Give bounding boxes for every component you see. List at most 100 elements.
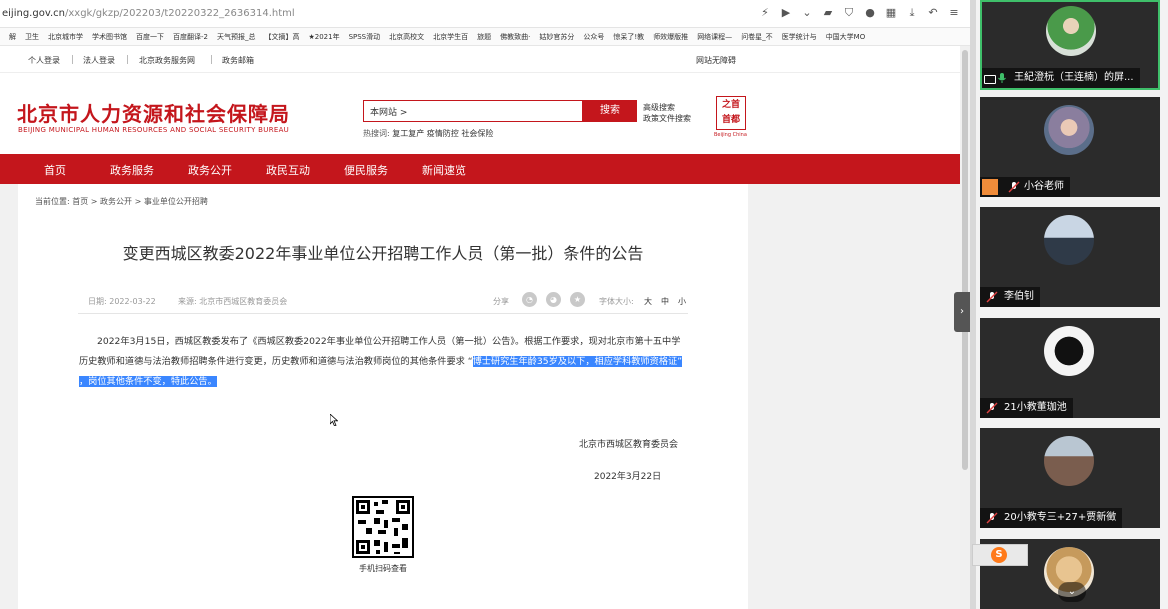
divider bbox=[211, 55, 212, 64]
apps-grid-icon[interactable]: ▦ bbox=[885, 6, 897, 20]
bookmark[interactable]: ★2021年 bbox=[308, 32, 339, 42]
participant-name-tag: 20小教专三+27+贾新徵 bbox=[980, 508, 1123, 528]
bookmark[interactable]: 北京城市学 bbox=[48, 32, 83, 42]
font-size-label: 字体大小: bbox=[599, 297, 634, 306]
participant-tile-screen-share[interactable]: 王紀澄杬（王连楠）的屏... bbox=[980, 0, 1160, 90]
mic-muted-icon bbox=[986, 402, 998, 414]
weibo-share-icon[interactable]: ◕ bbox=[546, 292, 561, 307]
bookmark[interactable]: 卫生 bbox=[25, 32, 39, 42]
chevron-down-icon[interactable]: ⌄ bbox=[801, 6, 813, 20]
divider bbox=[72, 55, 73, 64]
gov-service-link[interactable]: 北京政务服务网 bbox=[139, 55, 195, 66]
nav-news[interactable]: 新闻速览 bbox=[422, 162, 466, 178]
advanced-search-link[interactable]: 高级搜索 bbox=[643, 102, 675, 113]
participant-tile[interactable]: 20小教专三+27+贾新徵 bbox=[980, 428, 1160, 528]
bookmark[interactable]: 佛教致曲· bbox=[500, 32, 530, 42]
article: 当前位置: 首页 > 政务公开 > 事业单位公开招聘 变更西城区教委2022年事… bbox=[18, 184, 748, 609]
legal-login-link[interactable]: 法人登录 bbox=[83, 55, 115, 66]
nav-gov-open[interactable]: 政务公开 bbox=[188, 162, 232, 178]
ime-toolbar[interactable]: S bbox=[972, 544, 1028, 566]
scroll-down-button[interactable]: ⌄ bbox=[1058, 582, 1086, 602]
bookmark[interactable]: 姑妙官苏分 bbox=[539, 32, 574, 42]
site-top-links: 个人登录 法人登录 北京政务服务网 政务邮箱 网站无障碍 bbox=[0, 47, 960, 73]
bookmark[interactable]: SPSS滑动 bbox=[349, 32, 381, 42]
hot-words-label: 热搜词: bbox=[363, 129, 390, 138]
breadcrumb[interactable]: 当前位置: 首页 > 政务公开 > 事业单位公开招聘 bbox=[35, 196, 208, 207]
participant-name-tag: 李伯钊 bbox=[980, 287, 1040, 307]
bookmark[interactable]: 天气预报_总 bbox=[217, 32, 256, 42]
extension-icon[interactable]: ▰ bbox=[822, 6, 834, 20]
bookmark[interactable]: 百度翻译-2 bbox=[173, 32, 208, 42]
hot-words-list[interactable]: 复工复产 疫情防控 社会保险 bbox=[392, 129, 493, 138]
toolbar-icons: ⚡ ▶ ⌄ ▰ ⛉ ● ▦ ⤓ ↶ ≡ bbox=[759, 6, 960, 20]
bookmark[interactable]: 北京高校文 bbox=[389, 32, 424, 42]
download-icon[interactable]: ⤓ bbox=[906, 6, 918, 20]
nav-home[interactable]: 首页 bbox=[44, 162, 66, 178]
scrollbar-thumb[interactable] bbox=[962, 50, 968, 470]
bookmark[interactable]: 问卷星_不 bbox=[741, 32, 773, 42]
search-input[interactable]: 本网站 > bbox=[363, 100, 583, 122]
mic-muted-icon bbox=[986, 291, 998, 303]
nav-gov-service[interactable]: 政务服务 bbox=[110, 162, 154, 178]
bookmark[interactable]: 医学统计与 bbox=[782, 32, 817, 42]
divider bbox=[78, 313, 688, 314]
bookmark[interactable]: 中国大学MO bbox=[826, 32, 866, 42]
participant-name: 王紀澄杬（王连楠）的屏... bbox=[1014, 72, 1134, 83]
favorite-star-icon[interactable]: ★ bbox=[570, 292, 585, 307]
site-header: 北京市人力资源和社会保障局 BEIJING MUNICIPAL HUMAN RE… bbox=[0, 74, 960, 154]
collapse-panel-button[interactable]: › bbox=[954, 292, 970, 332]
font-size-large[interactable]: 大 bbox=[644, 296, 652, 307]
accessibility-link[interactable]: 网站无障碍 bbox=[696, 55, 736, 66]
profile-icon[interactable]: ● bbox=[864, 6, 876, 20]
font-size-small[interactable]: 小 bbox=[678, 296, 686, 307]
personal-login-link[interactable]: 个人登录 bbox=[28, 55, 60, 66]
shield-icon[interactable]: ⛉ bbox=[843, 6, 855, 20]
gov-mail-link[interactable]: 政务邮箱 bbox=[222, 55, 254, 66]
avatar bbox=[1044, 215, 1094, 265]
participant-name: 20小教专三+27+贾新徵 bbox=[1004, 512, 1117, 523]
article-signer: 北京市西城区教育委员会 bbox=[579, 440, 679, 450]
hot-words: 热搜词: 复工复产 疫情防控 社会保险 bbox=[363, 128, 493, 139]
nav-convenience[interactable]: 便民服务 bbox=[344, 162, 388, 178]
lightning-icon[interactable]: ⚡ bbox=[759, 6, 771, 20]
participant-name-tag: 21小教董珈池 bbox=[980, 398, 1073, 418]
bookmark[interactable]: 惊呆了!教 bbox=[613, 32, 644, 42]
url-text[interactable]: eijing.gov.cn/xxgk/gkzp/202203/t20220322… bbox=[2, 8, 295, 19]
avatar bbox=[1044, 436, 1094, 486]
participant-tile[interactable]: 小谷老师 bbox=[980, 97, 1160, 197]
participant-tile[interactable]: 李伯钊 bbox=[980, 207, 1160, 307]
bookmark[interactable]: 公众号 bbox=[583, 32, 604, 42]
bookmark[interactable]: 师效爆版推 bbox=[653, 32, 688, 42]
bookmark[interactable]: 旅题 bbox=[477, 32, 491, 42]
wechat-share-icon[interactable]: ◔ bbox=[522, 292, 537, 307]
bookmark[interactable]: 学术图书馆 bbox=[92, 32, 127, 42]
nav-interaction[interactable]: 政民互动 bbox=[266, 162, 310, 178]
policy-search-link[interactable]: 政策文件搜索 bbox=[643, 113, 691, 124]
capital-logo: 之首 首都 bbox=[716, 96, 746, 130]
play-icon[interactable]: ▶ bbox=[780, 6, 792, 20]
menu-icon[interactable]: ≡ bbox=[948, 6, 960, 20]
bookmark[interactable]: 【文摘】高 bbox=[264, 32, 299, 42]
bookmark[interactable]: 解 bbox=[9, 32, 16, 42]
bookmark[interactable]: 百度一下 bbox=[136, 32, 164, 42]
article-source: 来源: 北京市西城区教育委员会 bbox=[178, 297, 288, 306]
bookmarks-bar: 解 卫生 北京城市学 学术图书馆 百度一下 百度翻译-2 天气预报_总 【文摘】… bbox=[0, 28, 970, 46]
bookmark[interactable]: 网络课程— bbox=[697, 32, 732, 42]
avatar bbox=[1046, 6, 1096, 56]
capital-logo-en: Beijing China bbox=[714, 132, 747, 138]
sogou-ime-icon[interactable]: S bbox=[991, 547, 1007, 563]
participant-name-tag: 王紀澄杬（王连楠）的屏... bbox=[982, 68, 1140, 88]
bookmark[interactable]: 北京学生百 bbox=[433, 32, 468, 42]
participant-tile[interactable]: 21小教董珈池 bbox=[980, 318, 1160, 418]
panel-separator[interactable] bbox=[970, 0, 976, 609]
search-button[interactable]: 搜索 bbox=[583, 100, 637, 122]
mic-active-icon bbox=[998, 73, 1006, 83]
site-logo-title[interactable]: 北京市人力资源和社会保障局 bbox=[17, 98, 290, 127]
undo-icon[interactable]: ↶ bbox=[927, 6, 939, 20]
font-size-medium[interactable]: 中 bbox=[661, 296, 669, 307]
article-title: 变更西城区教委2022年事业单位公开招聘工作人员（第一批）条件的公告 bbox=[122, 244, 644, 263]
main-nav: 首页 政务服务 政务公开 政民互动 便民服务 新闻速览 bbox=[0, 154, 960, 184]
participant-name-tag: 小谷老师 bbox=[980, 177, 1070, 197]
address-bar[interactable]: eijing.gov.cn/xxgk/gkzp/202203/t20220322… bbox=[0, 0, 970, 28]
participant-name: 李伯钊 bbox=[1004, 291, 1034, 302]
